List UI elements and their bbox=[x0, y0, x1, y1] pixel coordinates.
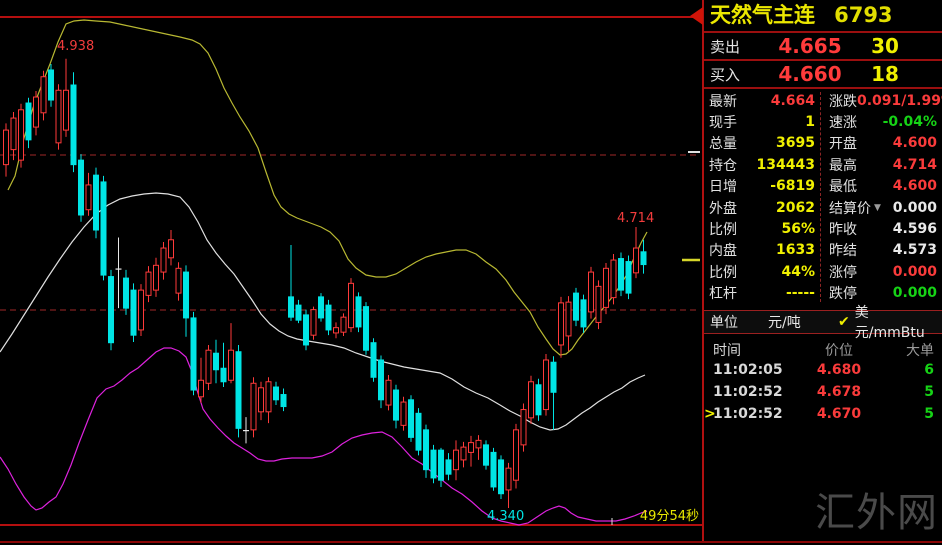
stat-value: 0.000 bbox=[857, 285, 942, 301]
tick-lots: 5 bbox=[882, 406, 942, 422]
stat-label: 最新 bbox=[704, 91, 753, 111]
stat-label: 现手 bbox=[704, 112, 753, 132]
stat-value: -0.04% bbox=[857, 114, 942, 130]
site-watermark: 汇外网 bbox=[815, 480, 938, 538]
stat-value: 1633 bbox=[753, 242, 821, 258]
tick-lots: 6 bbox=[882, 362, 942, 378]
stat-value: 0.000 bbox=[857, 264, 942, 280]
ask-price: 4.665 bbox=[766, 34, 854, 58]
window-bottom-border bbox=[0, 541, 942, 543]
stat-label: 比例 bbox=[704, 262, 753, 282]
stat-value: 1 bbox=[753, 114, 821, 130]
tick-table: 时间 价位 大单 11:02:05 4.680 6 11:02:52 4.678… bbox=[704, 340, 942, 425]
stats-row: 总量 3695 开盘 4.600 bbox=[704, 133, 942, 154]
trading-app-window: 4.938 4.714 4.340 49分54秒 天然气主连 6793 卖出 4.66… bbox=[0, 0, 942, 545]
stat-value: 4.573 bbox=[857, 242, 942, 258]
settlement-label[interactable]: 结算价 bbox=[821, 198, 871, 218]
instrument-title: 天然气主连 6793 bbox=[704, 0, 942, 33]
stat-value: -6819 bbox=[753, 178, 821, 194]
stat-label: 内盘 bbox=[704, 240, 753, 260]
stats-row: 日增 -6819 最低 4.600 bbox=[704, 176, 942, 197]
bid-price: 4.660 bbox=[766, 62, 854, 86]
stat-label: 昨结 bbox=[821, 240, 857, 260]
stat-value: 44% bbox=[753, 264, 821, 280]
chevron-down-icon[interactable]: ▼ bbox=[871, 203, 881, 213]
stat-label: 比例 bbox=[704, 219, 753, 239]
candlestick-chart-canvas[interactable]: 4.938 4.714 4.340 49分54秒 bbox=[0, 0, 702, 545]
tick-time: 11:02:52 bbox=[713, 384, 783, 400]
stat-label: 涨跌 bbox=[821, 91, 857, 111]
stat-value: ----- bbox=[753, 285, 821, 301]
stat-label: 跌停 bbox=[821, 283, 857, 303]
stat-value: 56% bbox=[753, 221, 821, 237]
stat-label: 持仓 bbox=[704, 155, 753, 175]
stats-row: 外盘 2062 结算价 ▼ 0.000 bbox=[704, 197, 942, 218]
stat-label: 涨停 bbox=[821, 262, 857, 282]
svg-text:4.938: 4.938 bbox=[57, 39, 94, 54]
stat-label: 昨收 bbox=[821, 219, 857, 239]
col-lots: 大单 bbox=[882, 340, 942, 360]
unit-label: 单位 bbox=[704, 312, 768, 332]
stats-row: 比例 44% 涨停 0.000 bbox=[704, 261, 942, 282]
bid-label: 买入 bbox=[704, 64, 766, 85]
table-row: 11:02:05 4.680 6 bbox=[704, 359, 942, 381]
stat-value: 4.714 bbox=[857, 157, 942, 173]
svg-text:4.340: 4.340 bbox=[487, 509, 524, 524]
unit-row: 单位 元/吨 ✔ 美元/mmBtu bbox=[704, 310, 942, 334]
tick-lots: 5 bbox=[882, 384, 942, 400]
stat-value: 0.000 bbox=[881, 200, 942, 216]
check-icon: ✔ bbox=[838, 314, 850, 330]
unit-option-usd[interactable]: 美元/mmBtu bbox=[850, 302, 942, 342]
stats-row: 最新 4.664 涨跌 0.091/1.99% bbox=[704, 90, 942, 111]
instrument-code: 6793 bbox=[834, 3, 892, 27]
stat-label: 杠杆 bbox=[704, 283, 753, 303]
quote-panel: 天然气主连 6793 卖出 4.665 30 买入 4.660 18 最新 4.… bbox=[702, 0, 942, 541]
stat-value: 2062 bbox=[753, 200, 821, 216]
stats-row: 杠杆 ----- 跌停 0.000 bbox=[704, 283, 942, 304]
panel-collapse-icon[interactable] bbox=[690, 7, 703, 25]
table-row: 11:02:52 4.678 5 bbox=[704, 381, 942, 403]
col-time: 时间 bbox=[704, 340, 796, 360]
tick-price: 4.678 bbox=[796, 384, 882, 400]
svg-text:4.714: 4.714 bbox=[617, 211, 654, 226]
stat-label: 最低 bbox=[821, 176, 857, 196]
stat-value: 0.091/1.99% bbox=[857, 93, 942, 109]
tick-time: 11:02:05 bbox=[713, 362, 783, 378]
stat-label: 总量 bbox=[704, 133, 753, 153]
tick-table-header: 时间 价位 大单 bbox=[704, 340, 942, 359]
table-row: >11:02:52 4.670 5 bbox=[704, 403, 942, 425]
bid-qty: 18 bbox=[854, 62, 942, 86]
stat-value: 3695 bbox=[753, 135, 821, 151]
stats-grid: 最新 4.664 涨跌 0.091/1.99% 现手 1 速涨 -0.04% 总… bbox=[704, 90, 942, 304]
ask-label: 卖出 bbox=[704, 36, 766, 57]
bid-row: 买入 4.660 18 bbox=[704, 61, 942, 89]
ask-row: 卖出 4.665 30 bbox=[704, 33, 942, 61]
stats-row: 比例 56% 昨收 4.596 bbox=[704, 218, 942, 239]
stat-label: 速涨 bbox=[821, 112, 857, 132]
stat-value: 4.596 bbox=[857, 221, 942, 237]
stat-label: 最高 bbox=[821, 155, 857, 175]
ask-qty: 30 bbox=[854, 34, 942, 58]
svg-text:49分54秒: 49分54秒 bbox=[640, 509, 699, 524]
tick-price: 4.670 bbox=[796, 406, 882, 422]
stats-row: 现手 1 速涨 -0.04% bbox=[704, 111, 942, 132]
stats-row: 持仓 134443 最高 4.714 bbox=[704, 154, 942, 175]
instrument-name: 天然气主连 bbox=[704, 3, 815, 27]
stat-value: 4.600 bbox=[857, 178, 942, 194]
col-price: 价位 bbox=[796, 340, 882, 360]
stat-value: 4.600 bbox=[857, 135, 942, 151]
unit-option-cny[interactable]: 元/吨 bbox=[768, 312, 838, 332]
tick-price: 4.680 bbox=[796, 362, 882, 378]
stat-label: 日增 bbox=[704, 176, 753, 196]
stats-row: 内盘 1633 昨结 4.573 bbox=[704, 240, 942, 261]
stat-label: 开盘 bbox=[821, 133, 857, 153]
stat-value: 4.664 bbox=[753, 93, 821, 109]
stat-value: 134443 bbox=[753, 157, 821, 173]
stat-label: 外盘 bbox=[704, 198, 753, 218]
row-marker: > bbox=[704, 406, 713, 422]
tick-time: 11:02:52 bbox=[713, 406, 783, 422]
